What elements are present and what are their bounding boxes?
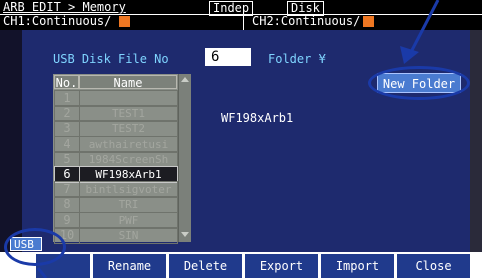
annotation-arrows [36,0,440,278]
arrow-to-usb-icon [36,267,48,278]
arrow-head-new-folder-icon [400,46,419,64]
arrow-to-new-folder-icon [408,0,440,55]
